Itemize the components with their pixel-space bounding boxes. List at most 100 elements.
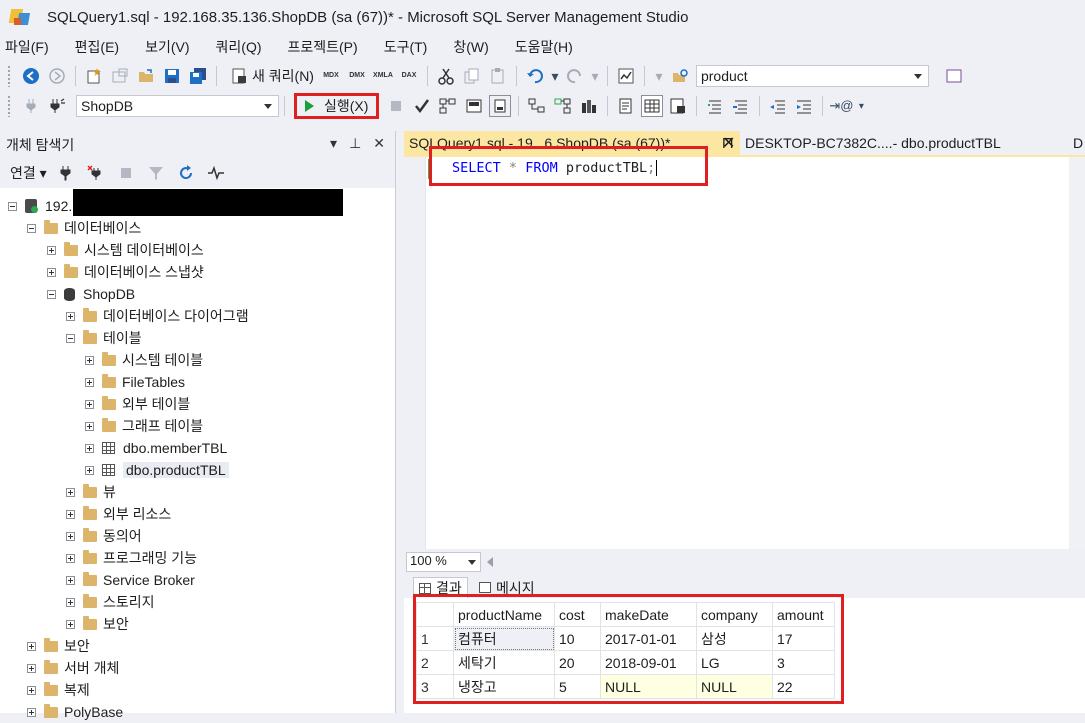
- expand-toggle[interactable]: [27, 707, 36, 717]
- collapse-toggle[interactable]: [47, 289, 56, 299]
- pin-icon[interactable]: ⊥: [349, 135, 361, 152]
- tree-node-databases[interactable]: 데이터베이스: [27, 217, 141, 239]
- stop-icon[interactable]: [385, 95, 407, 117]
- expand-toggle[interactable]: [47, 267, 56, 277]
- panel-dropdown-icon[interactable]: ▾: [330, 135, 337, 152]
- expand-toggle[interactable]: [66, 487, 75, 497]
- menu-file[interactable]: 파일(F): [0, 37, 59, 57]
- tree-node-synonyms[interactable]: 동의어: [66, 525, 142, 547]
- xmla-query-icon[interactable]: XMLA: [372, 65, 394, 87]
- tab-product-tbl[interactable]: DESKTOP-BC7382C....- dbo.productTBL: [745, 135, 1001, 151]
- menu-query[interactable]: 쿼리(Q): [211, 37, 272, 57]
- comment-out-icon[interactable]: [704, 95, 726, 117]
- add-item-icon[interactable]: [109, 65, 131, 87]
- expand-toggle[interactable]: [85, 465, 94, 475]
- collapse-toggle[interactable]: [66, 333, 75, 343]
- tree-node-database-snapshots[interactable]: 데이터베이스 스냅샷: [47, 261, 204, 283]
- tree-node-external-resources[interactable]: 외부 리소스: [66, 503, 171, 525]
- expand-toggle[interactable]: [47, 245, 56, 255]
- collapse-toggle[interactable]: [8, 201, 17, 211]
- expand-toggle[interactable]: [66, 619, 75, 629]
- uncomment-icon[interactable]: [730, 95, 752, 117]
- stop-icon[interactable]: [115, 162, 137, 184]
- tree-node-polybase[interactable]: PolyBase: [27, 701, 123, 723]
- tree-node-shopdb[interactable]: ShopDB: [47, 283, 135, 305]
- open-file-icon[interactable]: [135, 65, 157, 87]
- tree-node-server-objects[interactable]: 서버 개체: [27, 657, 119, 679]
- forward-icon[interactable]: [46, 65, 68, 87]
- change-connection-icon[interactable]: [46, 95, 68, 117]
- close-icon[interactable]: ✕: [373, 135, 385, 152]
- expand-toggle[interactable]: [85, 443, 94, 453]
- expand-toggle[interactable]: [85, 377, 94, 387]
- undo-dropdown-icon[interactable]: ▾: [550, 65, 560, 87]
- include-actual-plan-icon[interactable]: [552, 95, 574, 117]
- tree-node-filetables[interactable]: FileTables: [85, 371, 185, 393]
- menu-view[interactable]: 보기(V): [140, 37, 199, 57]
- dax-query-icon[interactable]: DAX: [398, 65, 420, 87]
- copy-icon[interactable]: [461, 65, 483, 87]
- tree-node-views[interactable]: 뷰: [66, 481, 116, 503]
- parse-check-icon[interactable]: [411, 95, 433, 117]
- tab-overflow[interactable]: D: [1073, 135, 1083, 151]
- expand-toggle[interactable]: [85, 355, 94, 365]
- scroll-left-icon[interactable]: [487, 556, 493, 567]
- tree-node-product-tbl[interactable]: dbo.productTBL: [85, 459, 229, 481]
- connect-icon[interactable]: [20, 95, 42, 117]
- toolbar-overflow-icon[interactable]: ▾: [856, 95, 866, 117]
- dmx-query-icon[interactable]: DMX: [346, 65, 368, 87]
- refresh-icon[interactable]: [175, 162, 197, 184]
- disconnect-icon[interactable]: [85, 162, 107, 184]
- expand-toggle[interactable]: [66, 597, 75, 607]
- decrease-indent-icon[interactable]: [767, 95, 789, 117]
- properties-window-icon[interactable]: [943, 65, 965, 87]
- tree-node-tables[interactable]: 테이블: [66, 327, 142, 349]
- tree-node-system-tables[interactable]: 시스템 테이블: [85, 349, 203, 371]
- tree-node-storage[interactable]: 스토리지: [66, 591, 155, 613]
- menu-project[interactable]: 프로젝트(P): [283, 37, 368, 57]
- intellisense-icon[interactable]: [526, 95, 548, 117]
- results-to-grid-icon[interactable]: [641, 95, 664, 117]
- query-options-icon[interactable]: [489, 95, 512, 117]
- tree-node-diagrams[interactable]: 데이터베이스 다이어그램: [66, 305, 249, 327]
- menu-window[interactable]: 창(W): [448, 37, 498, 57]
- collapse-toggle[interactable]: [27, 223, 36, 233]
- expand-toggle[interactable]: [27, 663, 36, 673]
- search-combo[interactable]: product: [695, 65, 929, 87]
- menu-help[interactable]: 도움말(H): [510, 37, 583, 57]
- connect-dropdown-button[interactable]: 연결 ▾: [10, 163, 47, 183]
- filter-icon[interactable]: [145, 162, 167, 184]
- increase-indent-icon[interactable]: [793, 95, 815, 117]
- zoom-select[interactable]: 100 %: [406, 551, 481, 572]
- expand-toggle[interactable]: [85, 399, 94, 409]
- cut-icon[interactable]: [435, 65, 457, 87]
- solution-config-dropdown-icon[interactable]: ▾: [652, 65, 666, 87]
- query-editor[interactable]: SELECT * FROM productTBL;: [404, 157, 1085, 549]
- expand-toggle[interactable]: [66, 575, 75, 585]
- tree-node-programmability[interactable]: 프로그래밍 기능: [66, 547, 197, 569]
- connect-plug-icon[interactable]: [55, 162, 77, 184]
- save-icon[interactable]: [161, 65, 183, 87]
- menu-edit[interactable]: 편집(E): [70, 37, 129, 57]
- editor-vertical-scrollbar[interactable]: [1069, 157, 1085, 549]
- expand-toggle[interactable]: [66, 311, 75, 321]
- execute-button[interactable]: 실행(X): [294, 93, 380, 119]
- toolbar-grip[interactable]: [7, 95, 12, 117]
- results-to-text-icon[interactable]: [615, 95, 637, 117]
- results-to-file-icon[interactable]: [667, 95, 689, 117]
- available-databases-combo[interactable]: ShopDB: [76, 95, 279, 117]
- mdx-query-icon[interactable]: MDX: [320, 65, 342, 87]
- save-all-icon[interactable]: [187, 65, 209, 87]
- tree-node-security[interactable]: 보안: [27, 635, 90, 657]
- expand-toggle[interactable]: [85, 421, 94, 431]
- menu-tools[interactable]: 도구(T): [379, 37, 438, 57]
- tree-node-server[interactable]: 192.: [8, 195, 72, 217]
- tree-node-external-tables[interactable]: 외부 테이블: [85, 393, 190, 415]
- expand-toggle[interactable]: [66, 553, 75, 563]
- client-statistics-icon[interactable]: [578, 95, 600, 117]
- tree-node-graph-tables[interactable]: 그래프 테이블: [85, 415, 203, 437]
- tree-node-db-security[interactable]: 보안: [66, 613, 129, 635]
- back-icon[interactable]: [20, 65, 42, 87]
- paste-icon[interactable]: [487, 65, 509, 87]
- undo-icon[interactable]: [524, 65, 546, 87]
